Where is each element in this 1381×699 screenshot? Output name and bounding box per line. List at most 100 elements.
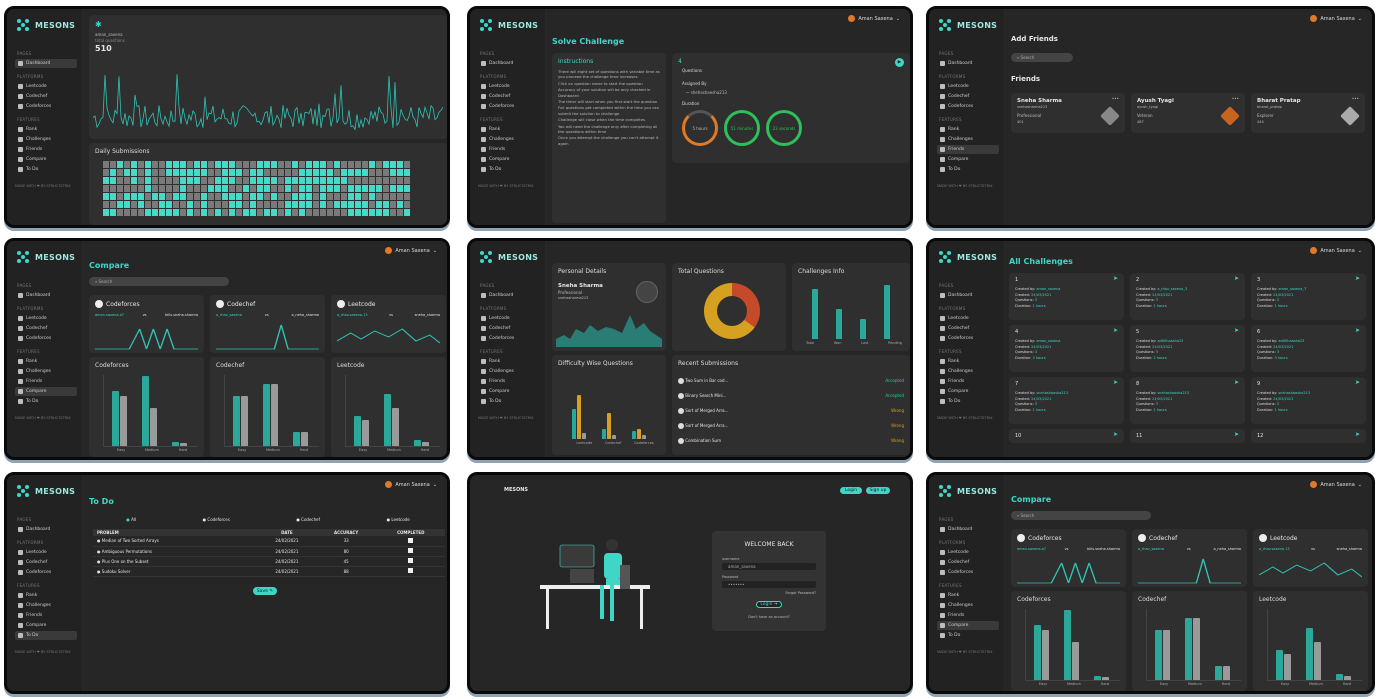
list-item[interactable]: Sort of Merged Arra... Wrong [678, 403, 904, 418]
sidebar-item-todo[interactable]: To Do [478, 397, 540, 406]
sidebar-item-dashboard[interactable]: Dashboard [15, 291, 77, 300]
sidebar-item-dashboard[interactable]: Dashboard [15, 525, 77, 534]
send-icon[interactable]: ➤ [1355, 379, 1360, 386]
challenge-card[interactable]: 4 ➤ Created by: aman_saxena Created: 24/0… [1009, 325, 1124, 372]
sidebar-item-friends[interactable]: Friends [15, 377, 77, 386]
table-row[interactable]: ● Ambiguous Permutations 24/02/2021 80 [93, 546, 445, 556]
more-icon[interactable]: ••• [1352, 96, 1359, 101]
brand-logo[interactable]: MESONS [480, 251, 538, 263]
completed-checkbox[interactable] [408, 568, 414, 573]
sidebar-item-rank[interactable]: Rank [478, 357, 540, 366]
login-submit-button[interactable]: Login ➔ [756, 601, 782, 608]
challenge-card[interactable]: 9 ➤ Created by: snehashaasha213 Created: … [1251, 377, 1366, 424]
list-item[interactable]: Sort of Merged Arra... Wrong [678, 418, 904, 433]
sidebar-item-dashboard[interactable]: Dashboard [478, 59, 540, 68]
sidebar-item-codeforces[interactable]: Codeforces [937, 568, 999, 577]
send-icon[interactable]: ➤ [1234, 379, 1239, 386]
filter-codeforces[interactable]: ● Codeforces [203, 517, 230, 522]
sidebar-item-rank[interactable]: Rank [937, 357, 999, 366]
sidebar-item-dashboard[interactable]: Dashboard [15, 59, 77, 68]
sidebar-item-todo[interactable]: To Do [937, 165, 999, 174]
send-icon[interactable]: ➤ [1113, 379, 1118, 386]
sidebar-item-codeforces[interactable]: Codeforces [937, 102, 999, 111]
sidebar-item-codechef[interactable]: Codechef [478, 92, 540, 101]
sidebar-item-dashboard[interactable]: Dashboard [937, 525, 999, 534]
compare-search-input[interactable]: ⌕ Search [89, 277, 229, 286]
sidebar-item-codeforces[interactable]: Codeforces [478, 102, 540, 111]
challenge-card[interactable]: 8 ➤ Created by: snehashaasha213 Created: … [1130, 377, 1245, 424]
sidebar-item-rank[interactable]: Rank [937, 125, 999, 134]
sidebar-item-compare[interactable]: Compare [15, 621, 77, 630]
compare-search-input[interactable]: ⌕ Search [1011, 511, 1151, 520]
sidebar-item-codechef[interactable]: Codechef [15, 324, 77, 333]
signup-link[interactable]: Don't have an account? [712, 615, 826, 619]
sidebar-item-dashboard[interactable]: Dashboard [478, 291, 540, 300]
sidebar-item-codeforces[interactable]: Codeforces [15, 568, 77, 577]
sidebar-item-codeforces[interactable]: Codeforces [478, 334, 540, 343]
send-icon[interactable]: ➤ [1355, 275, 1360, 282]
signup-button[interactable]: Sign up [866, 487, 890, 494]
sidebar-item-codechef[interactable]: Codechef [937, 92, 999, 101]
sidebar-item-rank[interactable]: Rank [15, 125, 77, 134]
sidebar-item-compare[interactable]: Compare [478, 387, 540, 396]
challenge-card[interactable]: 5 ➤ Created by: aditShaasha23 Created: 24… [1130, 325, 1245, 372]
completed-checkbox[interactable] [408, 548, 414, 553]
sidebar-item-leetcode[interactable]: Leetcode [15, 548, 77, 557]
sidebar-item-friends[interactable]: Friends [478, 145, 540, 154]
sidebar-item-friends[interactable]: Friends [937, 145, 999, 154]
sidebar-item-leetcode[interactable]: Leetcode [15, 82, 77, 91]
friend-card[interactable]: Ayush Tyagi ayush_tyagi Veteran 487 ••• [1131, 93, 1245, 133]
sidebar-item-codechef[interactable]: Codechef [15, 558, 77, 567]
sidebar-item-compare[interactable]: Compare [937, 621, 999, 630]
friend-card[interactable]: Bharat Pratap bharat_pratap Explorer 444… [1251, 93, 1365, 133]
filter-all[interactable]: ● All [126, 517, 136, 522]
sidebar-item-friends[interactable]: Friends [937, 377, 999, 386]
user-menu[interactable]: Aman Saxena ⌄ [385, 481, 437, 488]
send-icon[interactable]: ➤ [1234, 431, 1239, 438]
sidebar-item-codechef[interactable]: Codechef [15, 92, 77, 101]
table-row[interactable]: ● Median of Two Sorted Arrays 24/02/2021 3… [93, 536, 445, 546]
friend-card[interactable]: Sneha Sharma snehasharma213 Professional… [1011, 93, 1125, 133]
sidebar-item-dashboard[interactable]: Dashboard [937, 59, 999, 68]
sidebar-item-challenges[interactable]: Challenges [937, 601, 999, 610]
sidebar-item-challenges[interactable]: Challenges [15, 135, 77, 144]
sidebar-item-leetcode[interactable]: Leetcode [937, 548, 999, 557]
send-icon[interactable]: ➤ [1355, 327, 1360, 334]
challenge-card[interactable]: 3 ➤ Created by: aman_saxena_7 Created: 24… [1251, 273, 1366, 320]
challenge-card[interactable]: 6 ➤ Created by: aditShaasha23 Created: 24… [1251, 325, 1366, 372]
username-input[interactable]: aman_saxena [722, 563, 816, 570]
more-icon[interactable]: ••• [1232, 96, 1239, 101]
sidebar-item-compare[interactable]: Compare [937, 155, 999, 164]
save-button[interactable]: Save ✎ [253, 587, 277, 595]
user-menu[interactable]: Aman Saxena ⌄ [848, 15, 900, 22]
sidebar-item-codeforces[interactable]: Codeforces [15, 334, 77, 343]
sidebar-item-challenges[interactable]: Challenges [937, 367, 999, 376]
sidebar-item-leetcode[interactable]: Leetcode [15, 314, 77, 323]
brand-logo[interactable]: MESONS [17, 485, 75, 497]
challenge-card[interactable]: 10 ➤ [1009, 429, 1124, 443]
sidebar-item-codeforces[interactable]: Codeforces [937, 334, 999, 343]
list-item[interactable]: Combination Sum Wrong [678, 433, 904, 448]
sidebar-item-friends[interactable]: Friends [937, 611, 999, 620]
sidebar-item-rank[interactable]: Rank [478, 125, 540, 134]
forgot-password-link[interactable]: Forgot Password? [786, 591, 816, 595]
sidebar-item-todo[interactable]: To Do [15, 397, 77, 406]
challenge-card[interactable]: 2 ➤ Created by: a_rhav_saxena_3 Created: … [1130, 273, 1245, 320]
challenge-card[interactable]: 11 ➤ [1130, 429, 1245, 443]
user-menu[interactable]: Aman Saxena ⌄ [1310, 481, 1362, 488]
brand-logo[interactable]: MESONS [939, 485, 997, 497]
sidebar-item-challenges[interactable]: Challenges [478, 367, 540, 376]
assigned-value[interactable]: ~ shehashaesha213 [686, 90, 727, 95]
brand-logo[interactable]: MESONS [939, 251, 997, 263]
filter-codechef[interactable]: ● Codechef [296, 517, 320, 522]
brand-logo[interactable]: MESONS [939, 19, 997, 31]
send-icon[interactable]: ➤ [1355, 431, 1360, 438]
sidebar-item-todo[interactable]: To Do [937, 397, 999, 406]
completed-checkbox[interactable] [408, 558, 414, 563]
sidebar-item-compare[interactable]: Compare [937, 387, 999, 396]
sidebar-item-codechef[interactable]: Codechef [937, 558, 999, 567]
user-menu[interactable]: Aman Saxena ⌄ [1310, 15, 1362, 22]
brand-logo[interactable]: MESONS [17, 19, 75, 31]
list-item[interactable]: Binary Search Mini... Accepted [678, 388, 904, 403]
sidebar-item-todo[interactable]: To Do [478, 165, 540, 174]
